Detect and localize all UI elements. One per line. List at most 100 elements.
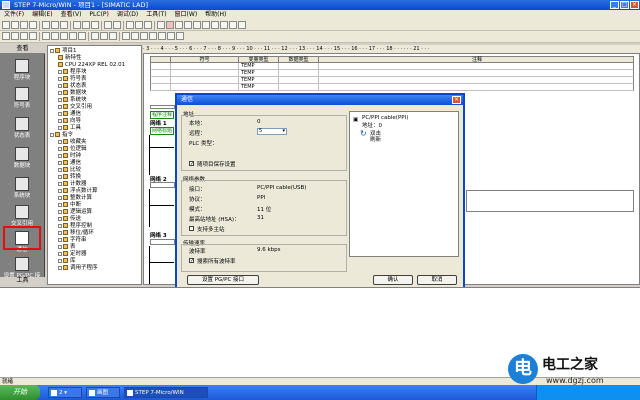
tree-icon[interactable] [29, 32, 37, 40]
compile-icon[interactable] [82, 21, 90, 29]
menu-help[interactable]: 帮助(H) [201, 10, 230, 20]
multi-master-checkbox[interactable] [189, 226, 194, 231]
table-row[interactable]: TEMP [150, 70, 634, 77]
trend-icon[interactable] [184, 21, 192, 29]
options-icon[interactable] [144, 21, 152, 29]
program-comment-box[interactable] [150, 105, 175, 109]
nav-item-system-block[interactable]: 系统块 [2, 177, 42, 199]
tree-item[interactable]: 工具 [58, 125, 81, 131]
network-2-comment[interactable] [150, 182, 175, 188]
maximize-button[interactable]: □ [620, 1, 629, 9]
ok-button[interactable]: 确认 [373, 275, 413, 285]
table-row[interactable]: TEMP [150, 63, 634, 70]
tree-item[interactable]: 收藏夹 [58, 139, 87, 145]
poa-icon[interactable] [60, 32, 68, 40]
tree-item[interactable]: 程序控制 [58, 223, 92, 229]
back-icon[interactable] [2, 32, 10, 40]
print-icon[interactable] [29, 21, 37, 29]
new-icon[interactable] [2, 21, 10, 29]
minimize-button[interactable]: _ [610, 1, 619, 9]
bookmark-icon[interactable] [91, 32, 99, 40]
stop-icon[interactable] [166, 21, 174, 29]
line-up-icon[interactable] [131, 32, 139, 40]
download-icon[interactable] [113, 21, 121, 29]
box-icon[interactable] [176, 32, 184, 40]
cut-icon[interactable] [42, 21, 50, 29]
tree-item[interactable]: 逻辑运算 [58, 209, 92, 215]
menu-file[interactable]: 文件(F) [0, 10, 28, 20]
open-icon[interactable] [11, 21, 19, 29]
table-row[interactable]: TEMP [150, 77, 634, 84]
tree-item[interactable]: 通信 [58, 160, 81, 166]
tree-item[interactable]: 中断 [58, 202, 81, 208]
tree-item[interactable]: 通信 [58, 111, 81, 117]
nav-item-program-block[interactable]: 程序块 [2, 59, 42, 81]
home-icon[interactable] [20, 32, 28, 40]
tree-item[interactable]: 程序块 [58, 69, 87, 75]
write-all-icon[interactable] [220, 21, 228, 29]
insert-network-icon[interactable] [42, 32, 50, 40]
tree-item[interactable]: 符号表 [58, 76, 87, 82]
set-pg-pc-button[interactable]: 设置 PG/PC 接口 [187, 275, 259, 285]
close-button[interactable]: × [630, 1, 639, 9]
tree-item[interactable]: 浮点数计算 [58, 188, 98, 194]
tree-item[interactable]: 库 [58, 258, 76, 264]
dialog-close-button[interactable]: × [452, 96, 461, 104]
taskbar-item[interactable]: 画图 [86, 387, 120, 398]
prev-bookmark-icon[interactable] [109, 32, 117, 40]
tree-item[interactable]: CPU 224XP REL 02.01 [58, 62, 125, 68]
nav-item-symbol-table[interactable]: 符号表 [2, 87, 42, 109]
copy-icon[interactable] [51, 21, 59, 29]
delete-network-icon[interactable] [51, 32, 59, 40]
menu-view[interactable]: 查看(V) [57, 10, 86, 20]
line-right-icon[interactable] [149, 32, 157, 40]
force-icon[interactable] [229, 21, 237, 29]
menu-tools[interactable]: 工具(T) [142, 10, 170, 20]
menu-window[interactable]: 窗口(W) [171, 10, 202, 20]
search-all-checkbox[interactable]: ✓ [189, 258, 194, 264]
remote-address-select[interactable]: 5 ▾ [257, 128, 287, 135]
undo-icon[interactable] [73, 21, 81, 29]
unforce-icon[interactable] [238, 21, 246, 29]
table-icon[interactable] [78, 32, 86, 40]
nav-item-cross-reference[interactable]: 交叉引用 [2, 205, 42, 227]
tree-item[interactable]: 整数计算 [58, 195, 92, 201]
tree-item[interactable]: 时钟 [58, 153, 81, 159]
paste-icon[interactable] [60, 21, 68, 29]
menu-edit[interactable]: 编辑(E) [28, 10, 56, 20]
network-comment-area[interactable] [466, 190, 634, 212]
table-row[interactable]: TEMP [150, 84, 634, 91]
tree-item[interactable]: 数据块 [58, 90, 87, 96]
chart-status-icon[interactable] [202, 21, 210, 29]
symbol-icon[interactable] [69, 32, 77, 40]
contact-icon[interactable] [158, 32, 166, 40]
sort-asc-icon[interactable] [126, 21, 134, 29]
tree-item[interactable]: 字符串 [58, 237, 87, 243]
tree-item[interactable]: 调用子程序 [58, 265, 98, 271]
pause-icon[interactable] [193, 21, 201, 29]
taskbar-item[interactable]: 2 ▾ [48, 387, 82, 398]
tree-item[interactable]: 指令 [50, 132, 73, 138]
refresh-label[interactable]: 刷新 [370, 135, 381, 143]
tree-item[interactable]: 比较 [58, 167, 81, 173]
network-3-comment[interactable] [150, 239, 175, 245]
tree-item[interactable]: 表 [58, 244, 76, 250]
tree-item[interactable]: 系统块 [58, 97, 87, 103]
tree-item[interactable]: 向导 [58, 118, 81, 124]
tree-item[interactable]: 传送 [58, 216, 81, 222]
single-read-icon[interactable] [211, 21, 219, 29]
cancel-button[interactable]: 取消 [417, 275, 457, 285]
save-with-project-checkbox[interactable]: ✓ [189, 161, 194, 167]
tree-item[interactable]: 定时器 [58, 251, 87, 257]
start-button[interactable]: 开始 [0, 385, 40, 400]
compile-all-icon[interactable] [91, 21, 99, 29]
run-icon[interactable] [157, 21, 165, 29]
forward-icon[interactable] [11, 32, 19, 40]
line-left-icon[interactable] [140, 32, 148, 40]
save-icon[interactable] [20, 21, 28, 29]
nav-item-status-chart[interactable]: 状态表 [2, 117, 42, 139]
nav-footer[interactable]: 工具 [0, 277, 45, 285]
tree-item[interactable]: 项目1 [50, 48, 77, 54]
program-status-icon[interactable] [175, 21, 183, 29]
tree-item[interactable]: 状态表 [58, 83, 87, 89]
